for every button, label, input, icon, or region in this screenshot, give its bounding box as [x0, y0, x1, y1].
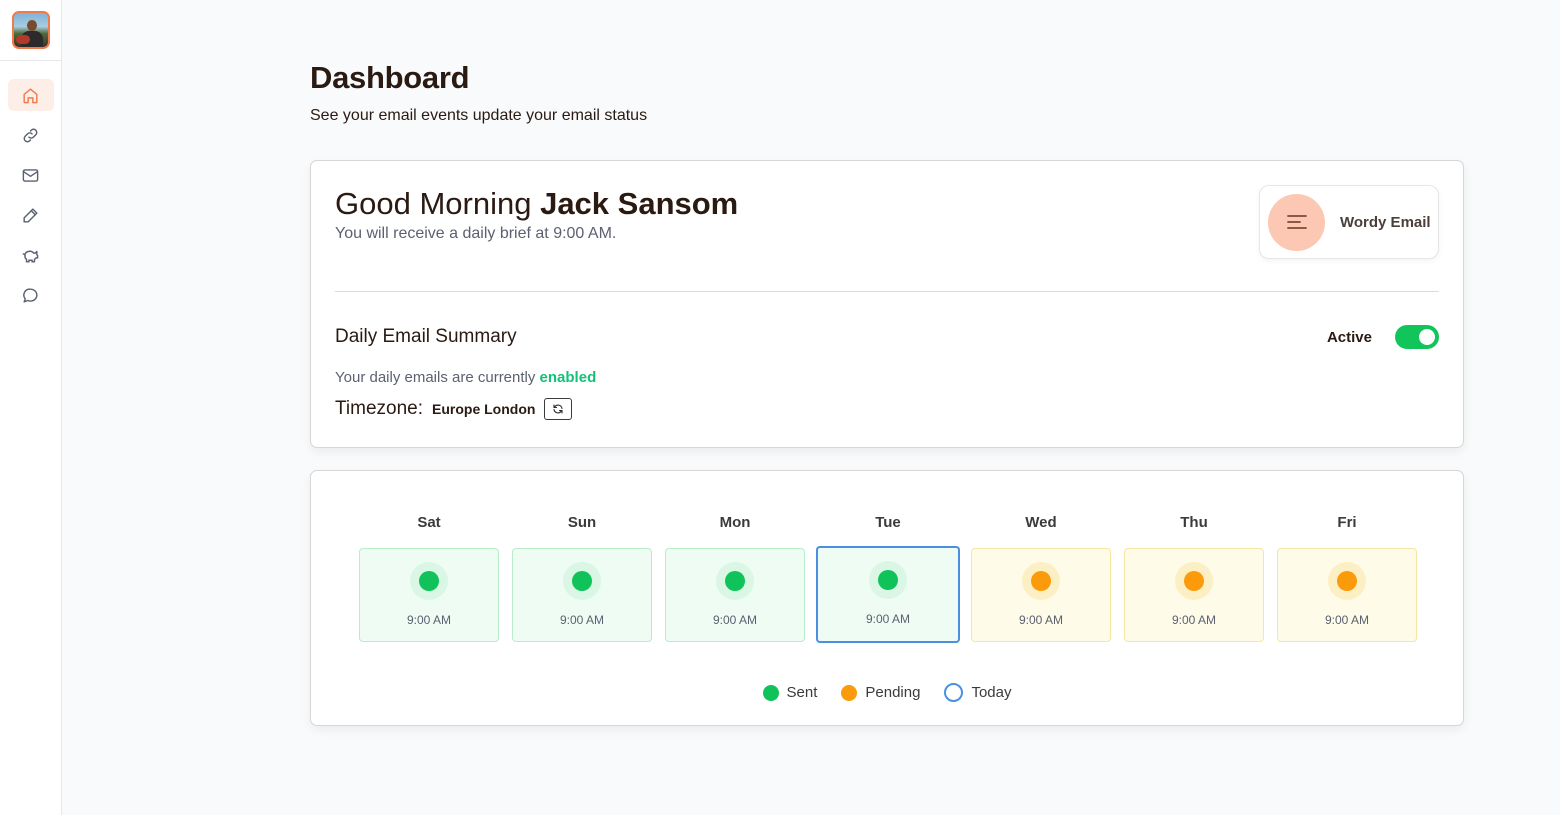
sent-dot-icon — [419, 571, 439, 591]
day-time: 9:00 AM — [1018, 613, 1064, 627]
summary-title: Daily Email Summary — [335, 326, 517, 347]
main-content: Dashboard See your email events update y… — [310, 60, 1464, 726]
day-column: Wed 9:00 AM — [971, 514, 1111, 643]
mail-icon — [22, 168, 39, 182]
day-time: 9:00 AM — [865, 612, 911, 626]
status-dot-halo — [410, 562, 448, 600]
page-title: Dashboard — [310, 60, 470, 95]
sidebar-item-messages[interactable] — [8, 279, 54, 311]
day-status-box[interactable]: 9:00 AM — [359, 548, 499, 642]
timezone-value: Europe London — [432, 401, 536, 417]
day-time: 9:00 AM — [559, 613, 605, 627]
refresh-icon — [553, 404, 563, 414]
greeting-prefix: Good Morning — [335, 186, 532, 221]
avatar-container — [0, 0, 61, 61]
day-time: 9:00 AM — [406, 613, 452, 627]
day-status-box[interactable]: 9:00 AM — [665, 548, 805, 642]
status-value: enabled — [539, 369, 597, 386]
day-status-box[interactable]: 9:00 AM — [1277, 548, 1417, 642]
day-name: Tue — [875, 514, 901, 531]
legend-sent: Sent — [762, 683, 818, 702]
legend-pending: Pending — [841, 683, 920, 702]
greeting-card: Good Morning Jack Sansom You will receiv… — [310, 160, 1464, 448]
user-name: Jack Sansom — [540, 186, 739, 221]
home-icon — [23, 87, 38, 103]
day-name: Mon — [719, 514, 751, 531]
sent-dot-icon — [878, 570, 898, 590]
day-name: Thu — [1180, 514, 1208, 531]
day-status-box[interactable]: 9:00 AM — [1124, 548, 1264, 642]
sidebar-item-edit[interactable] — [8, 199, 54, 231]
day-column: Tue 9:00 AM — [816, 514, 960, 643]
day-column: Fri 9:00 AM — [1277, 514, 1417, 643]
pending-dot-icon — [1031, 571, 1051, 591]
status-dot-halo — [869, 561, 907, 599]
status-prefix: Your daily emails are currently — [335, 369, 536, 386]
email-status-line: Your daily emails are currently enabled — [335, 369, 596, 386]
sidebar-item-savings[interactable] — [8, 239, 54, 271]
menu-lines-icon — [1286, 215, 1307, 229]
status-dot-halo — [1175, 562, 1213, 600]
status-dot-halo — [1328, 562, 1366, 600]
chat-bubble-icon — [23, 287, 38, 303]
day-column: Thu 9:00 AM — [1124, 514, 1264, 643]
wordy-email-button[interactable]: Wordy Email — [1259, 185, 1439, 259]
day-column: Mon 9:00 AM — [665, 514, 805, 643]
wordy-icon-circle — [1268, 193, 1325, 251]
weekly-schedule-card: Sat 9:00 AM Sun 9:00 AM Mon 9:00 AM Tue 9:00 AM… — [310, 470, 1464, 726]
status-dot-halo — [1022, 562, 1060, 600]
day-name: Sat — [417, 514, 441, 531]
today-ring-icon — [944, 683, 964, 702]
sidebar-nav — [0, 61, 61, 319]
legend-today-label: Today — [971, 684, 1012, 701]
sidebar-item-home[interactable] — [7, 79, 54, 111]
toggle-knob — [1419, 329, 1435, 345]
sent-dot-icon — [572, 571, 592, 591]
timezone-row: Timezone: Europe London — [335, 398, 573, 420]
day-name: Fri — [1337, 514, 1357, 531]
day-time: 9:00 AM — [712, 613, 758, 627]
timezone-refresh-button[interactable] — [544, 398, 573, 420]
sidebar — [0, 0, 62, 815]
day-status-box[interactable]: 9:00 AM — [971, 548, 1111, 642]
pending-dot-icon — [1184, 571, 1204, 591]
legend-sent-label: Sent — [786, 684, 818, 701]
wordy-email-label: Wordy Email — [1340, 213, 1431, 231]
pending-dot-icon — [841, 684, 858, 701]
timezone-label: Timezone: — [335, 398, 423, 419]
legend-today: Today — [944, 683, 1011, 702]
day-status-box[interactable]: 9:00 AM — [512, 548, 652, 642]
sidebar-item-mail[interactable] — [8, 159, 54, 191]
day-time: 9:00 AM — [1324, 613, 1370, 627]
day-column: Sat 9:00 AM — [359, 514, 499, 643]
pending-dot-icon — [1337, 571, 1357, 591]
divider — [335, 291, 1439, 292]
day-name: Sun — [567, 514, 597, 531]
active-label: Active — [1326, 329, 1372, 346]
days-row: Sat 9:00 AM Sun 9:00 AM Mon 9:00 AM Tue 9:00 AM… — [359, 514, 1417, 643]
legend: Sent Pending Today — [311, 683, 1463, 702]
piggy-bank-icon — [22, 250, 39, 263]
legend-pending-label: Pending — [865, 684, 921, 701]
greeting-heading: Good Morning Jack Sansom — [335, 186, 738, 222]
page-subtitle: See your email events update your email … — [310, 107, 648, 124]
day-status-box[interactable]: 9:00 AM — [816, 546, 960, 643]
active-toggle[interactable] — [1395, 325, 1439, 349]
avatar[interactable] — [11, 11, 50, 49]
day-name: Wed — [1025, 514, 1057, 531]
sidebar-item-links[interactable] — [8, 119, 54, 151]
status-dot-halo — [716, 562, 754, 600]
daily-brief-text: You will receive a daily brief at 9:00 A… — [335, 225, 617, 242]
status-dot-halo — [563, 562, 601, 600]
pencil-icon — [23, 207, 38, 223]
link-icon — [23, 128, 38, 142]
sent-dot-icon — [762, 684, 779, 701]
day-column: Sun 9:00 AM — [512, 514, 652, 643]
sent-dot-icon — [725, 571, 745, 591]
day-time: 9:00 AM — [1171, 613, 1217, 627]
